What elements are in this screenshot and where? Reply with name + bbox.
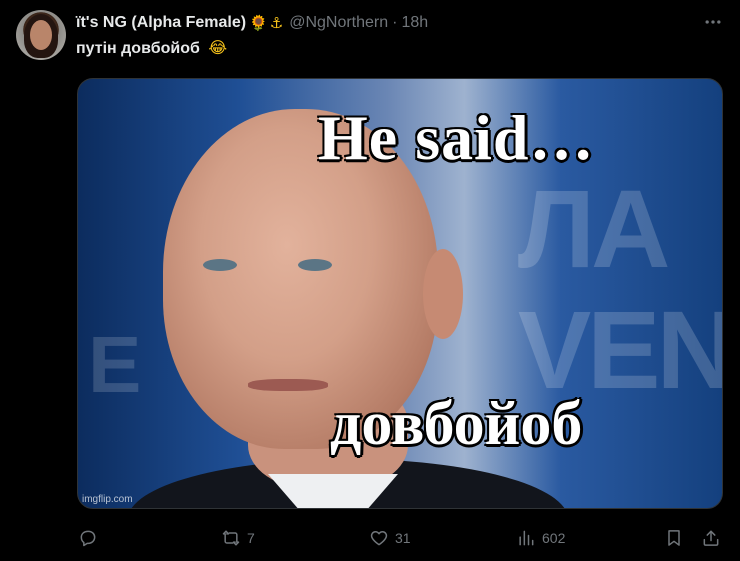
- anchor-emoji-icon: ⚓: [269, 15, 284, 32]
- meme-top-caption: He said…: [318, 102, 595, 173]
- bookmark-button[interactable]: [664, 526, 684, 550]
- timestamp[interactable]: 18h: [401, 14, 428, 32]
- right-eye-shape: [298, 259, 332, 271]
- more-icon: [705, 20, 721, 24]
- retweet-icon: [222, 530, 240, 546]
- heart-icon: [370, 531, 388, 546]
- background-banner-text-left: E: [88, 320, 142, 409]
- mouth-shape: [248, 379, 328, 391]
- views-button[interactable]: 602: [516, 526, 565, 550]
- separator-dot: ·: [392, 14, 398, 31]
- left-eye-shape: [203, 259, 237, 271]
- tweet[interactable]: ït's NG (Alpha Female) 🌻 ⚓ @NgNorthern ·…: [0, 0, 740, 561]
- tweet-body: путін довбойоб: [76, 40, 200, 57]
- tweet-text: путін довбойоб 😂: [76, 38, 227, 58]
- laughing-emoji-icon: 😂: [208, 40, 228, 57]
- retweet-button[interactable]: 7: [221, 526, 255, 550]
- user-handle[interactable]: @NgNorthern: [289, 14, 388, 32]
- reply-icon: [80, 530, 96, 547]
- tweet-header: ït's NG (Alpha Female) 🌻 ⚓ @NgNorthern ·…: [76, 13, 428, 33]
- more-options-button[interactable]: [702, 12, 724, 32]
- like-count: 31: [395, 530, 411, 546]
- background-banner-text: ЛА VEN: [517, 168, 723, 412]
- retweet-count: 7: [247, 530, 255, 546]
- views-icon: [519, 530, 534, 546]
- sunflower-emoji-icon: 🌻: [249, 15, 268, 32]
- watermark: imgflip.com: [82, 494, 133, 505]
- views-count: 602: [542, 530, 566, 546]
- reply-button[interactable]: [78, 526, 104, 550]
- display-name[interactable]: ït's NG (Alpha Female): [76, 14, 246, 32]
- share-icon: [703, 530, 719, 546]
- share-button[interactable]: [701, 526, 721, 550]
- avatar[interactable]: [16, 10, 66, 60]
- tweet-actions: 7 31 602: [76, 526, 726, 550]
- meme-bottom-caption: довбойоб: [330, 390, 583, 458]
- like-button[interactable]: 31: [369, 526, 411, 550]
- tweet-image[interactable]: ЛА VEN E He said… довбойоб imgflip.com: [77, 78, 723, 509]
- avatar-face: [30, 20, 52, 50]
- ear-shape: [423, 249, 463, 339]
- bookmark-icon: [668, 530, 680, 546]
